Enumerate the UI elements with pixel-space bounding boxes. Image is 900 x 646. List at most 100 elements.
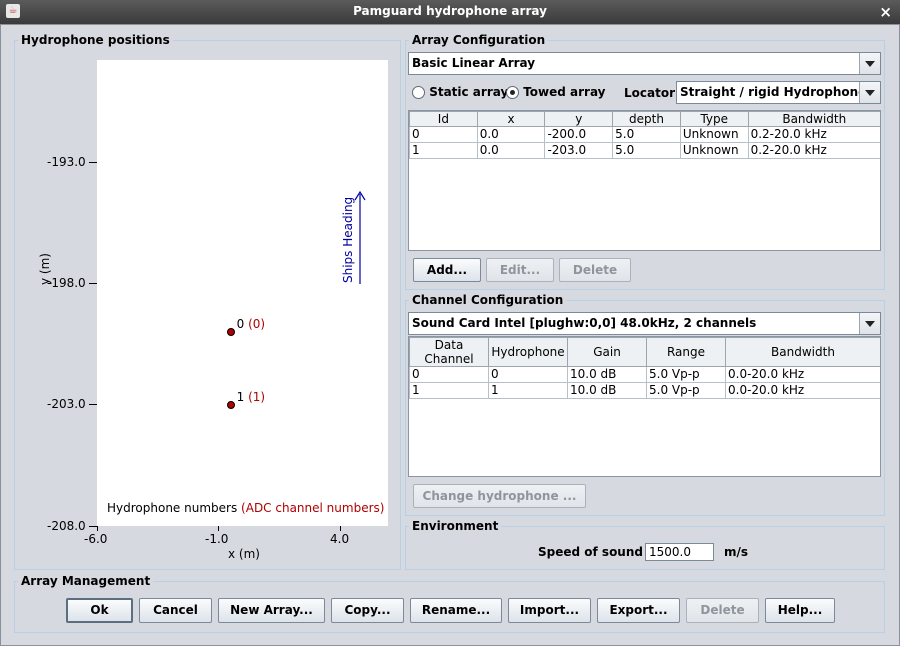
- channel-column-header[interactable]: Data Channel: [409, 337, 489, 367]
- close-button[interactable]: ×: [879, 3, 892, 21]
- channel-column-header[interactable]: Gain: [567, 337, 647, 367]
- channel-column-header[interactable]: Hydrophone: [488, 337, 568, 367]
- delete-array-button[interactable]: Delete: [686, 598, 759, 623]
- hydrophone-table-cell[interactable]: Unknown: [679, 142, 749, 159]
- adc-channel-number: (0): [248, 316, 266, 331]
- y-tick: -193.0: [47, 155, 86, 169]
- channel-column-header[interactable]: Range: [646, 337, 726, 367]
- towed-array-radio-icon[interactable]: [506, 86, 519, 99]
- hydrophone-table-row[interactable]: 0 0.0 -200.0 5.0 Unknown 0.2-20.0 kHz: [409, 126, 880, 143]
- towed-array-label: Towed array: [523, 85, 606, 99]
- sound-source-select[interactable]: Sound Card Intel [plughw:0,0] 48.0kHz, 2…: [408, 312, 881, 335]
- ok-button[interactable]: Ok: [66, 598, 133, 623]
- array-configuration-label: Array Configuration: [409, 33, 549, 47]
- new-array-button[interactable]: New Array...: [218, 598, 325, 623]
- environment-label: Environment: [409, 519, 502, 533]
- add-button[interactable]: Add...: [413, 258, 481, 282]
- channel-table-row[interactable]: 0 0 10.0 dB 5.0 Vp-p 0.0-20.0 kHz: [409, 366, 880, 383]
- speed-of-sound-unit: m/s: [724, 545, 749, 559]
- hydrophone-column-header[interactable]: depth: [612, 111, 681, 127]
- channel-table-cell[interactable]: 5.0 Vp-p: [646, 382, 726, 399]
- rename-button[interactable]: Rename...: [410, 598, 502, 623]
- legend-hydrophone-numbers: Hydrophone numbers: [107, 501, 238, 515]
- y-tick-mark: [89, 404, 97, 405]
- x-tick-mark: [340, 526, 341, 531]
- channel-table-row[interactable]: 1 1 10.0 dB 5.0 Vp-p 0.0-20.0 kHz: [409, 382, 880, 399]
- hydrophone-number: 0: [236, 316, 245, 331]
- hydrophone-column-header[interactable]: y: [544, 111, 614, 127]
- x-tick: -6.0: [84, 532, 108, 546]
- hydrophone-table-cell[interactable]: 5.0: [612, 142, 681, 159]
- hydrophone-table-cell[interactable]: 0.0: [476, 126, 546, 143]
- hydrophone-table-cell[interactable]: -200.0: [544, 126, 614, 143]
- edit-button[interactable]: Edit...: [486, 258, 554, 282]
- hydrophone-table-cell[interactable]: 0: [409, 126, 478, 143]
- static-array-radio[interactable]: Static array: [412, 85, 508, 99]
- x-tick-mark: [218, 526, 219, 531]
- hydrophone-column-header[interactable]: Type: [679, 111, 749, 127]
- change-hydrophone-button[interactable]: Change hydrophone ...: [413, 484, 586, 508]
- x-tick: 4.0: [330, 532, 350, 546]
- channel-table-grid: Data Channel Hydrophone Gain Range Bandwidth…: [409, 337, 880, 399]
- channel-table-cell[interactable]: 5.0 Vp-p: [646, 366, 726, 383]
- array-management-label: Array Management: [18, 574, 154, 588]
- hydrophone-column-header[interactable]: x: [476, 111, 546, 127]
- copy-button[interactable]: Copy...: [331, 598, 404, 623]
- channel-table-cell[interactable]: 1: [409, 382, 489, 399]
- channel-table-cell[interactable]: 0: [409, 366, 489, 383]
- hydrophone-marker[interactable]: [226, 327, 235, 336]
- channel-table-cell[interactable]: 0: [488, 366, 568, 383]
- hydrophone-table-cell[interactable]: 0.2-20.0 kHz: [747, 142, 880, 159]
- locator-select[interactable]: Straight / rigid Hydrophone: [676, 81, 881, 104]
- positions-plot[interactable]: [97, 60, 388, 526]
- static-array-radio-icon[interactable]: [412, 86, 425, 99]
- hydrophone-marker-label: 1 (1): [237, 390, 265, 404]
- static-array-label: Static array: [429, 85, 509, 99]
- channel-table-cell[interactable]: 1: [488, 382, 568, 399]
- hydrophone-table-cell[interactable]: -203.0: [544, 142, 614, 159]
- adc-channel-number: (1): [248, 389, 266, 404]
- help-button[interactable]: Help...: [765, 598, 835, 623]
- hydrophone-table-cell[interactable]: 0.2-20.0 kHz: [747, 126, 880, 143]
- channel-table-cell[interactable]: 10.0 dB: [567, 382, 647, 399]
- hydrophone-table-cell[interactable]: Unknown: [679, 126, 749, 143]
- chevron-down-icon[interactable]: [859, 313, 880, 334]
- channel-configuration-label: Channel Configuration: [409, 293, 567, 307]
- towed-array-radio[interactable]: Towed array: [506, 85, 606, 99]
- speed-of-sound-input[interactable]: 1500.0: [645, 543, 714, 561]
- hydrophone-table-row[interactable]: 1 0.0 -203.0 5.0 Unknown 0.2-20.0 kHz: [409, 142, 880, 159]
- y-tick: -198.0: [47, 276, 86, 290]
- hydrophone-table-cell[interactable]: 5.0: [612, 126, 681, 143]
- chevron-down-icon[interactable]: [859, 53, 880, 74]
- channel-table-cell[interactable]: 0.0-20.0 kHz: [725, 366, 880, 383]
- hydrophone-column-header[interactable]: Bandwidth: [747, 111, 880, 127]
- sound-source-value: Sound Card Intel [plughw:0,0] 48.0kHz, 2…: [412, 316, 757, 330]
- y-tick-mark: [89, 162, 97, 163]
- array-select-value: Basic Linear Array: [412, 56, 536, 70]
- channel-table-cell[interactable]: 10.0 dB: [567, 366, 647, 383]
- channel-table-cell[interactable]: 0.0-20.0 kHz: [725, 382, 880, 399]
- import-button[interactable]: Import...: [508, 598, 591, 623]
- hydrophone-table-cell[interactable]: 1: [409, 142, 478, 159]
- y-tick-mark: [89, 526, 97, 527]
- hydrophone-column-header[interactable]: Id: [409, 111, 478, 127]
- export-button[interactable]: Export...: [597, 598, 680, 623]
- hydrophone-table[interactable]: Id x y depth Type Bandwidth 0 0.0 -200.0 5.0 Unkn…: [408, 110, 881, 251]
- hydrophone-marker-label: 0 (0): [237, 317, 265, 331]
- y-axis-label: y (m): [38, 253, 52, 285]
- channel-column-header[interactable]: Bandwidth: [725, 337, 880, 367]
- hydrophone-marker[interactable]: [226, 400, 235, 409]
- array-select[interactable]: Basic Linear Array: [408, 52, 881, 75]
- locator-select-value: Straight / rigid Hydrophone: [680, 85, 867, 99]
- speed-of-sound-label: Speed of sound: [538, 545, 643, 559]
- y-tick-mark: [89, 283, 97, 284]
- plot-legend: Hydrophone numbers (ADC channel numbers): [107, 501, 384, 515]
- channel-table[interactable]: Data Channel Hydrophone Gain Range Bandwidth…: [408, 336, 881, 477]
- chevron-down-icon[interactable]: [859, 82, 880, 103]
- hydrophone-table-cell[interactable]: 0.0: [476, 142, 546, 159]
- cancel-button[interactable]: Cancel: [139, 598, 212, 623]
- title-bar: ☕ Pamguard hydrophone array ×: [0, 0, 900, 24]
- x-tick-mark: [97, 526, 98, 531]
- delete-hydrophone-button[interactable]: Delete: [559, 258, 631, 282]
- x-tick: -1.0: [205, 532, 229, 546]
